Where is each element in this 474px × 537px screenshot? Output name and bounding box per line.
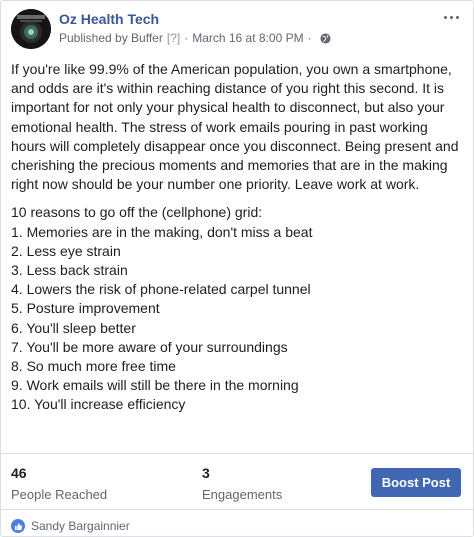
reactor-names[interactable]: Sandy Bargainnier [31,519,130,533]
list-item: 8. So much more free time [11,358,176,375]
list-title: 10 reasons to go off the (cellphone) gri… [11,204,263,221]
people-reached-stat[interactable]: 46 People Reached [11,465,107,503]
post-intro-text: If you're like 99.9% of the American pop… [11,61,459,193]
list-item: 1. Memories are in the making, don't mis… [11,223,313,240]
engagements-stat[interactable]: 3 Engagements [202,465,282,503]
list-item: 3. Less back strain [11,262,128,279]
people-reached-count: 46 [11,465,27,481]
post-byline: Published by Buffer [?] · March 16 at 8:… [59,31,331,45]
byline-separator: · [184,31,189,45]
byline-separator: · [307,31,312,45]
page-avatar[interactable] [11,9,51,49]
list-item: 9. Work emails will still be there in th… [11,377,299,394]
insights-divider [1,453,473,454]
post-body: If you're like 99.9% of the American pop… [11,60,463,415]
engagements-count: 3 [202,465,210,481]
list-item: 7. You'll be more aware of your surround… [11,338,288,355]
like-icon [11,519,25,533]
post-date-link[interactable]: March 16 at 8:00 PM [192,31,303,45]
published-by-text: Published by Buffer [59,31,163,45]
list-item: 6. You'll sleep better [11,319,136,336]
list-item: 5. Posture improvement [11,300,160,317]
list-item: 2. Less eye strain [11,242,121,259]
more-options-icon[interactable] [439,9,463,25]
reactions-bar[interactable]: Sandy Bargainnier [11,519,130,533]
globe-icon [320,32,331,44]
help-marker[interactable]: [?] [167,31,180,45]
post-card: Oz Health Tech Published by Buffer [?] ·… [0,0,474,537]
list-item: 10. You'll increase efficiency [11,396,186,413]
list-item: 4. Lowers the risk of phone-related carp… [11,281,311,298]
people-reached-label: People Reached [11,487,108,502]
page-name-link[interactable]: Oz Health Tech [59,11,159,27]
reactions-divider [1,509,473,510]
boost-post-button[interactable]: Boost Post [371,468,461,497]
engagements-label: Engagements [202,487,283,502]
